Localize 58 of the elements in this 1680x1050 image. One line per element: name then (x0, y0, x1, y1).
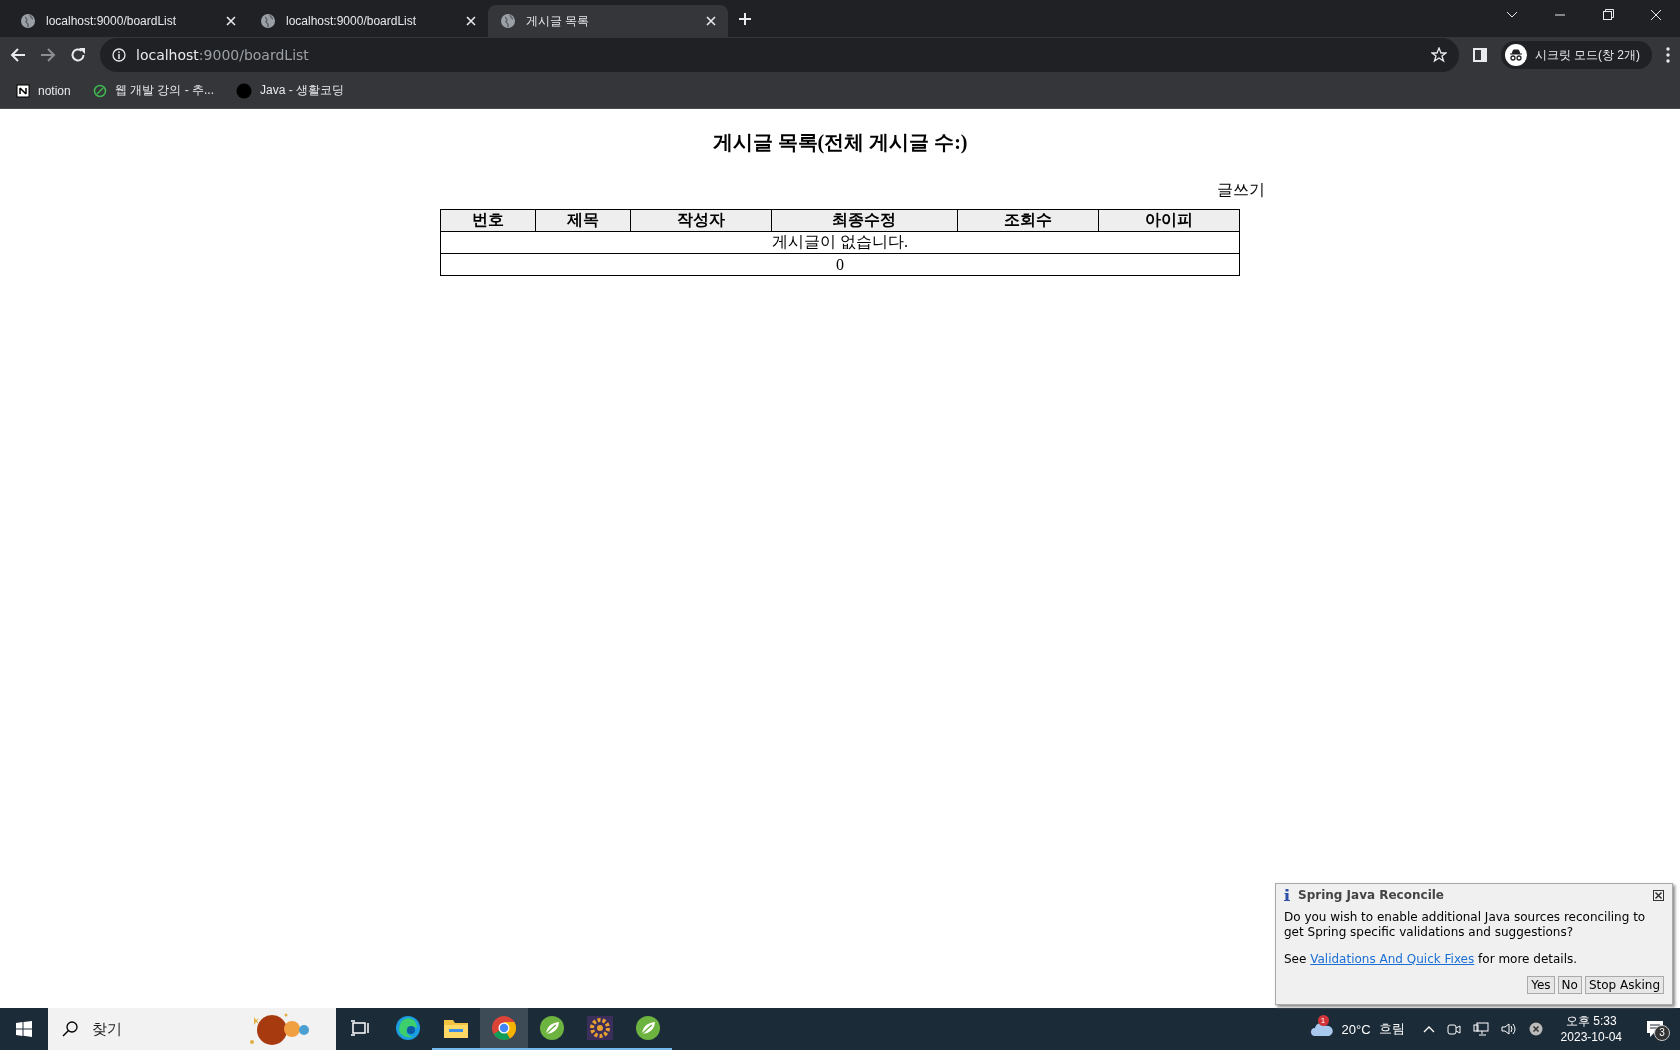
notification-details-text: See Validations And Quick Fixes for more details. (1284, 952, 1579, 966)
bookmark[interactable]: notion (16, 83, 71, 98)
column-header: 최종수정 (771, 209, 958, 232)
notion-icon (16, 83, 30, 98)
page-title: 게시글 목록(전체 게시글 수:) (712, 130, 968, 156)
camera-icon[interactable] (1446, 1022, 1461, 1036)
folder-icon (443, 1017, 469, 1039)
back-icon[interactable] (10, 47, 26, 63)
globe-icon (500, 13, 516, 29)
menu-icon[interactable] (1666, 47, 1670, 63)
task-view-icon (350, 1019, 370, 1037)
star-icon[interactable] (1430, 47, 1447, 63)
cloud-icon (1309, 1021, 1334, 1037)
incognito-profile-button[interactable]: 시크릿 모드(창 2개) (1500, 41, 1652, 69)
network-icon[interactable] (1472, 1022, 1489, 1036)
column-header: 조회수 (957, 209, 1099, 232)
search-icon (62, 1021, 78, 1037)
notification-message: Do you wish to enable additional Java sources reconciling to get Spring specific validations and suggestions? (1284, 910, 1647, 940)
write-link[interactable]: 글쓰기 (1217, 181, 1265, 198)
notification-button[interactable]: No (1557, 976, 1582, 994)
bookmark[interactable]: 웹 개발 강의 - 추... (92, 82, 215, 99)
globe-icon (20, 13, 36, 29)
clock[interactable]: 오후 5:33 2023-10-04 (1554, 1012, 1628, 1046)
new-tab-icon[interactable] (738, 11, 752, 26)
error-icon[interactable] (1528, 1022, 1543, 1036)
table-cell: 게시글이 없습니다. (440, 231, 1240, 254)
browser-tab[interactable]: localhost:9000/boardList (248, 5, 488, 37)
side-panel-icon[interactable] (1472, 48, 1487, 62)
column-header: 제목 (535, 209, 631, 232)
circle-icon (236, 82, 253, 99)
column-header: 번호 (440, 209, 536, 232)
chevron-up-icon[interactable] (1422, 1025, 1435, 1033)
notification-count: 3 (1654, 1025, 1670, 1041)
reload-icon[interactable] (70, 47, 86, 63)
browser-tab[interactable]: 게시글 목록 (488, 5, 728, 37)
bookmark[interactable]: Java - 생활코딩 (236, 82, 345, 99)
speaker-icon[interactable] (1500, 1022, 1517, 1036)
incognito-icon (1504, 44, 1527, 66)
details-link[interactable]: Validations And Quick Fixes (1310, 952, 1475, 966)
notification-button[interactable]: Stop Asking (1584, 976, 1664, 994)
notification-badge: 1 (1317, 1015, 1329, 1026)
column-header: 작성자 (630, 209, 771, 232)
browser-tab[interactable]: localhost:9000/boardList (8, 5, 248, 37)
info-icon (1284, 889, 1290, 901)
column-header: 아이피 (1098, 209, 1240, 232)
forward-icon[interactable] (40, 47, 56, 63)
notification-center-button[interactable]: 3 (1640, 1020, 1670, 1038)
close-icon[interactable] (1653, 889, 1664, 901)
chrome-icon (491, 1015, 517, 1041)
edge-icon (395, 1015, 421, 1041)
notification-button[interactable]: Yes (1527, 976, 1555, 994)
notification-title: Spring Java Reconcile (1298, 888, 1444, 902)
gear-icon (586, 1015, 614, 1041)
globe-icon (260, 13, 276, 29)
info-icon[interactable] (112, 48, 126, 62)
windows-icon[interactable] (16, 1021, 32, 1037)
table-cell: 0 (440, 253, 1240, 276)
address-bar[interactable]: localhost:9000/boardList (100, 38, 1459, 72)
